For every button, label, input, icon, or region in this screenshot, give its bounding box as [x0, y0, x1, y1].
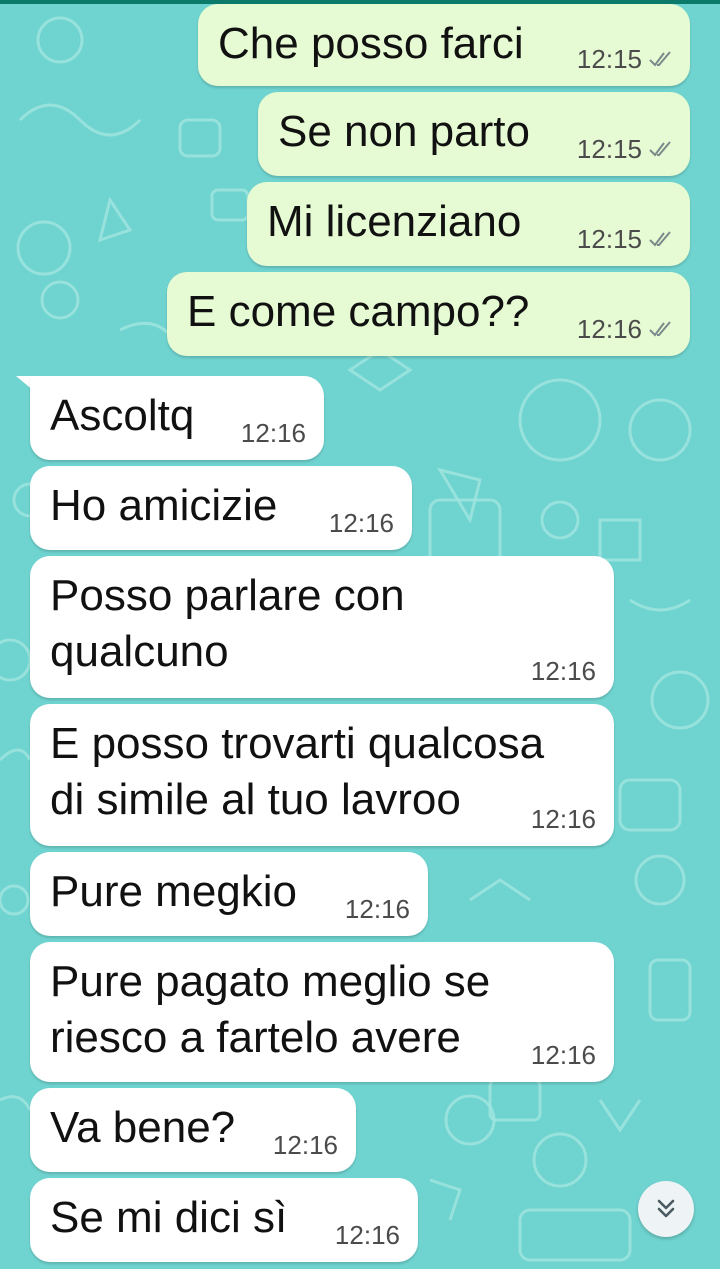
message-time: 12:16	[576, 314, 642, 344]
message-meta: 12:15	[577, 134, 672, 164]
double-check-icon	[649, 51, 671, 67]
message-text: Ho amicizie	[50, 481, 278, 530]
message-meta: 12:16	[335, 1220, 400, 1250]
message-time: 12:16	[328, 508, 394, 538]
message-meta: 12:16	[531, 804, 596, 834]
message-text: Se non parto	[278, 107, 530, 156]
message-meta: 12:16	[241, 418, 306, 448]
message-bubble-incoming[interactable]: Ho amicizie 12:16	[30, 466, 412, 550]
message-text: Posso parlare con qualcuno	[50, 571, 405, 676]
message-bubble-incoming[interactable]: Pure megkio 12:16	[30, 852, 428, 936]
message-time: 12:16	[240, 418, 306, 448]
message-time: 12:15	[576, 44, 642, 74]
message-bubble-outgoing[interactable]: Se non parto 12:15	[258, 92, 690, 176]
message-meta: 12:16	[329, 508, 394, 538]
double-check-icon	[649, 141, 671, 157]
message-text: Pure pagato meglio se riesco a fartelo a…	[50, 957, 491, 1062]
message-meta: 12:16	[345, 894, 410, 924]
message-text: Ascoltq	[50, 391, 195, 440]
message-bubble-outgoing[interactable]: E come campo?? 12:16	[167, 272, 690, 356]
message-text: Pure megkio	[50, 867, 298, 916]
message-bubble-outgoing[interactable]: Che posso farci 12:15	[198, 4, 690, 86]
message-meta: 12:15	[577, 44, 672, 74]
message-time: 12:16	[530, 804, 596, 834]
message-bubble-incoming[interactable]: Va bene? 12:16	[30, 1088, 356, 1172]
message-meta: 12:16	[273, 1130, 338, 1160]
message-time: 12:16	[272, 1130, 338, 1160]
message-meta: 12:15	[577, 224, 672, 254]
message-text: E posso trovarti qualcosa di simile al t…	[50, 719, 545, 824]
message-bubble-incoming[interactable]: Pure pagato meglio se riesco a fartelo a…	[30, 942, 614, 1082]
message-time: 12:15	[576, 134, 642, 164]
double-check-icon	[649, 321, 671, 337]
chevron-double-down-icon	[657, 1199, 675, 1218]
message-text: Va bene?	[50, 1103, 236, 1152]
message-meta: 12:16	[577, 314, 672, 344]
message-text: Se mi dici sì	[50, 1193, 288, 1242]
message-text: E come campo??	[187, 287, 530, 336]
message-meta: 12:16	[531, 1040, 596, 1070]
message-time: 12:16	[334, 1220, 400, 1250]
double-check-icon	[649, 231, 671, 247]
message-time: 12:15	[576, 224, 642, 254]
message-time: 12:16	[530, 1040, 596, 1070]
message-bubble-outgoing[interactable]: Mi licenziano 12:15	[247, 182, 690, 266]
message-text: Mi licenziano	[267, 197, 522, 246]
message-bubble-incoming[interactable]: Posso parlare con qualcuno 12:16	[30, 556, 614, 698]
message-bubble-incoming[interactable]: Ascoltq 12:16	[30, 376, 324, 460]
message-time: 12:16	[344, 894, 410, 924]
message-text: Che posso farci	[218, 19, 524, 68]
message-meta: 12:16	[531, 656, 596, 686]
message-bubble-incoming[interactable]: Se mi dici sì 12:16	[30, 1178, 418, 1262]
chat-thread[interactable]: Che posso farci 12:15 Se non parto 12:15…	[0, 0, 720, 1269]
scroll-to-bottom-button[interactable]	[638, 1181, 694, 1237]
message-bubble-incoming[interactable]: E posso trovarti qualcosa di simile al t…	[30, 704, 614, 846]
message-time: 12:16	[530, 656, 596, 686]
